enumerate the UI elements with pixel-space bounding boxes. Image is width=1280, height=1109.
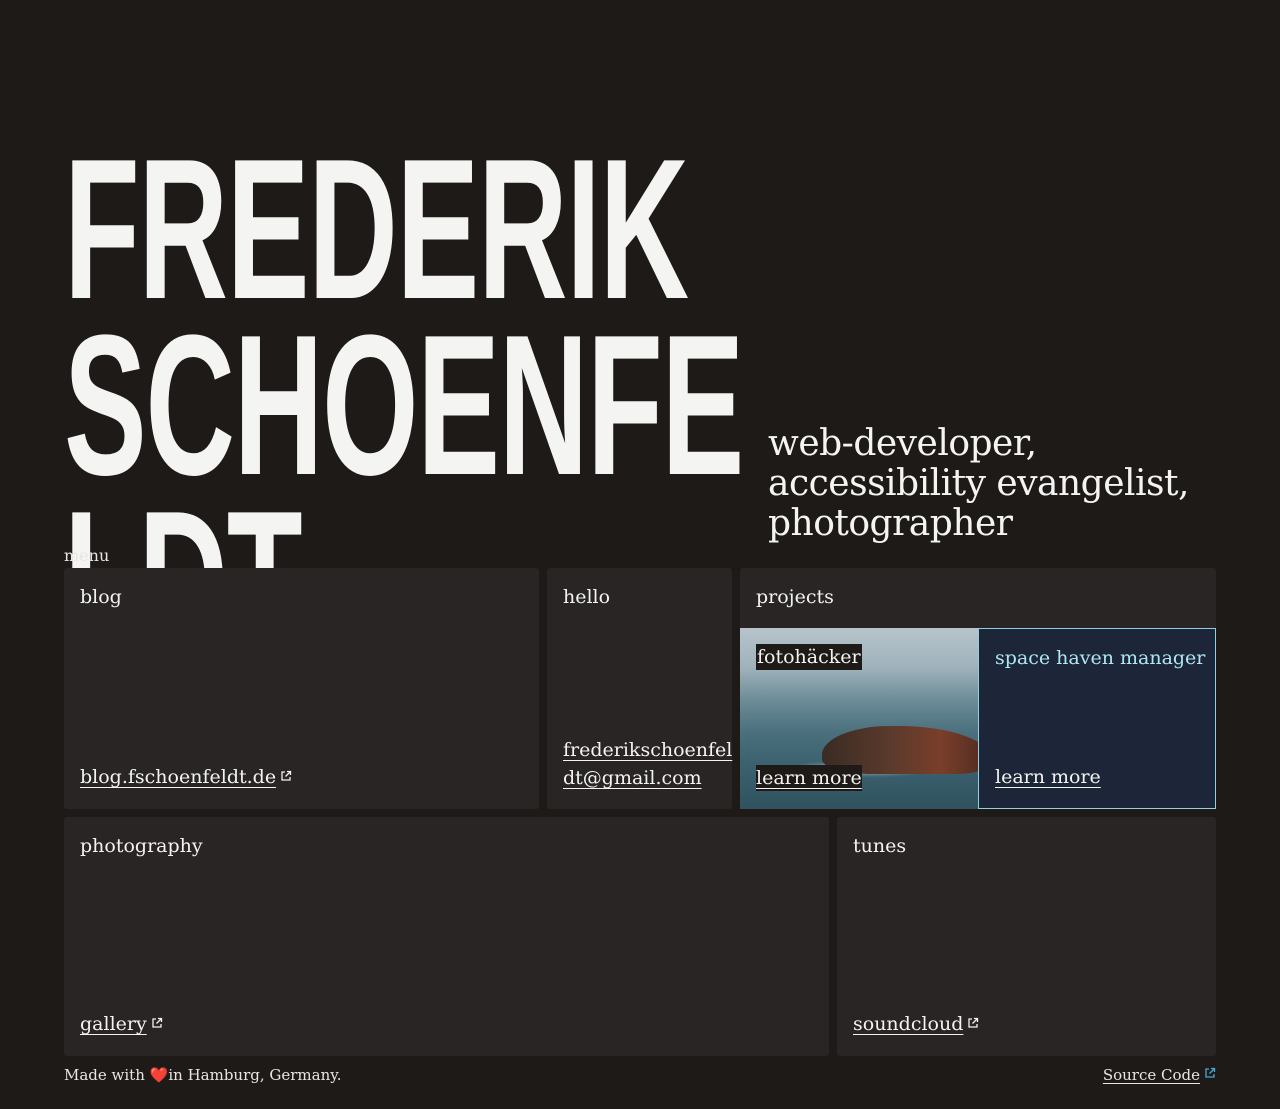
source-code-label: Source Code — [1102, 1066, 1200, 1084]
project-title-fotohaecker: fotohäcker — [756, 644, 862, 670]
projects-card: projects fotohäcker learn more space hav… — [740, 568, 1216, 809]
name-line-1: FREDERIK — [64, 118, 689, 341]
blog-link[interactable]: blog.fschoenfeldt.de — [80, 763, 292, 791]
gallery-link-label: gallery — [80, 1013, 147, 1035]
tagline: web-developer, accessibility evangelist,… — [768, 424, 1228, 544]
gallery-link[interactable]: gallery — [80, 1010, 163, 1038]
hello-card-title: hello — [563, 586, 611, 608]
name-line-2: SCHOENFE — [64, 294, 744, 517]
learn-more-link-space-haven-manager[interactable]: learn more — [995, 764, 1101, 790]
project-tile-space-haven-manager[interactable]: space haven manager learn more — [978, 628, 1216, 809]
tagline-line-2: accessibility evangelist, — [768, 463, 1189, 504]
project-tile-fotohaecker[interactable]: fotohäcker learn more — [740, 628, 978, 809]
blog-link-label: blog.fschoenfeldt.de — [80, 766, 277, 788]
project-title-space-haven-manager: space haven manager — [995, 647, 1206, 669]
learn-more-link-fotohaecker[interactable]: learn more — [756, 765, 862, 791]
footer-made-with: Made with — [64, 1066, 145, 1084]
projects-card-title: projects — [756, 586, 834, 608]
footer-credit: Made with ❤️in Hamburg, Germany. — [64, 1065, 342, 1085]
tunes-card-title: tunes — [853, 835, 907, 857]
external-link-icon — [152, 1017, 162, 1028]
heart-icon: ❤️ — [149, 1066, 169, 1084]
soundcloud-link-label: soundcloud — [853, 1013, 964, 1035]
hello-card: hello frederikschoenfeldt@gmail.com — [547, 568, 732, 809]
blog-card: blog blog.fschoenfeldt.de — [64, 568, 539, 809]
source-code-link[interactable]: Source Code — [1103, 1065, 1216, 1085]
menu-label: menu — [64, 546, 110, 565]
tagline-line-1: web-developer, — [768, 423, 1037, 464]
external-link-icon — [281, 770, 292, 781]
photography-card: photography gallery — [64, 817, 829, 1056]
tagline-line-3: photographer — [768, 503, 1013, 544]
footer-location: in Hamburg, Germany. — [168, 1066, 342, 1084]
tunes-card: tunes soundcloud — [837, 817, 1216, 1056]
blog-card-title: blog — [80, 586, 122, 608]
photography-card-title: photography — [80, 835, 203, 857]
email-link[interactable]: frederikschoenfeldt@gmail.com — [563, 736, 733, 792]
external-link-icon — [1205, 1067, 1216, 1078]
external-link-icon — [968, 1017, 979, 1028]
soundcloud-link[interactable]: soundcloud — [853, 1010, 979, 1038]
